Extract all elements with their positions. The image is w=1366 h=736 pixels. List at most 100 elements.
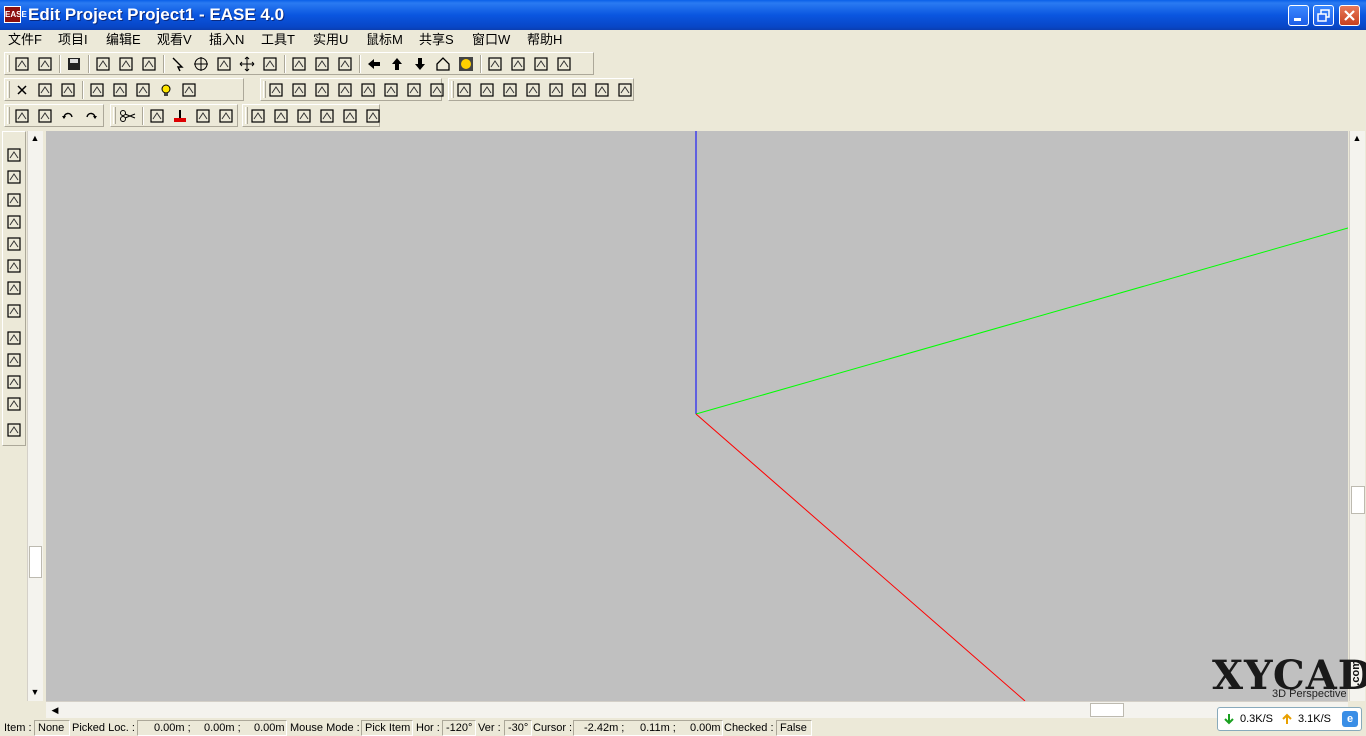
menu-view[interactable]: 观看V [157, 31, 192, 48]
light-render-button[interactable] [457, 55, 475, 73]
insert-box-button[interactable] [5, 329, 23, 347]
zoom-extents-button[interactable] [261, 55, 279, 73]
crosshair-button[interactable] [192, 55, 210, 73]
arrow-down-button[interactable] [411, 55, 429, 73]
edit-vertex-button[interactable] [455, 81, 473, 99]
menu-mouse[interactable]: 鼠标M [366, 31, 403, 48]
view-front-button[interactable] [272, 107, 290, 125]
zoom-window-button[interactable] [290, 55, 308, 73]
insert-face-button[interactable] [5, 191, 23, 209]
insert-cylinder-button[interactable] [5, 395, 23, 413]
insert-audience-button[interactable] [5, 302, 23, 320]
scroll-up-icon[interactable]: ▲ [28, 131, 42, 145]
delete-button[interactable] [13, 81, 31, 99]
grid-button[interactable] [313, 55, 331, 73]
toolbar-grip[interactable] [245, 107, 248, 124]
toolbar-grip[interactable] [7, 55, 10, 72]
speaker-c-button[interactable] [555, 55, 573, 73]
select-face-button[interactable] [313, 81, 331, 99]
menu-tools[interactable]: 工具T [261, 31, 295, 48]
light-button[interactable] [157, 81, 175, 99]
view-center-button[interactable] [341, 107, 359, 125]
toolbar-grip[interactable] [451, 81, 454, 98]
menu-project[interactable]: 项目I [58, 31, 88, 48]
arrow-left-button[interactable] [365, 55, 383, 73]
toolbar-grip[interactable] [7, 81, 10, 98]
redo-button[interactable] [82, 107, 100, 125]
close-button[interactable] [1339, 5, 1360, 26]
edit-edge-button[interactable] [478, 81, 496, 99]
menu-help[interactable]: 帮助H [527, 31, 562, 48]
light-a-button[interactable] [532, 55, 550, 73]
home-button[interactable] [434, 55, 452, 73]
scroll-left-icon[interactable]: ◀ [48, 703, 62, 717]
toolbar-grip[interactable] [113, 107, 116, 124]
open-room-button[interactable] [36, 107, 54, 125]
insert-stair-button[interactable] [5, 373, 23, 391]
scroll-thumb[interactable] [29, 546, 42, 578]
menu-insert[interactable]: 插入N [209, 31, 244, 48]
face-button[interactable] [59, 81, 77, 99]
insert-light-button[interactable] [5, 279, 23, 297]
export-button[interactable] [140, 55, 158, 73]
listener-button[interactable] [134, 81, 152, 99]
net-speed-widget[interactable]: 0.3K/S 3.1K/S e [1217, 707, 1362, 731]
menu-window[interactable]: 窗口W [472, 31, 510, 48]
scroll-up-icon[interactable]: ▲ [1350, 131, 1364, 145]
move-button[interactable] [238, 55, 256, 73]
edit-speaker-button[interactable] [524, 81, 542, 99]
pointer-button[interactable] [169, 55, 187, 73]
speaker-button[interactable] [88, 81, 106, 99]
ie-icon[interactable]: e [1342, 711, 1358, 727]
select-audience-button[interactable] [428, 81, 446, 99]
view-side-button[interactable] [295, 107, 313, 125]
edit-audience-button[interactable] [616, 81, 634, 99]
select-seat-button[interactable] [359, 81, 377, 99]
select-listener-button[interactable] [382, 81, 400, 99]
new-project-button[interactable] [13, 55, 31, 73]
menu-file[interactable]: 文件F [8, 31, 42, 48]
check-button[interactable] [148, 107, 166, 125]
speaker-b-button[interactable] [509, 55, 527, 73]
select-light-button[interactable] [405, 81, 423, 99]
scroll-thumb[interactable] [1090, 703, 1124, 717]
insert-seat-button[interactable] [5, 235, 23, 253]
restore-button[interactable] [1313, 5, 1334, 26]
render-button[interactable] [336, 55, 354, 73]
select-speaker-button[interactable] [336, 81, 354, 99]
left-vertical-scrollbar[interactable]: ▲ ▼ [27, 131, 43, 701]
select-edge-button[interactable] [290, 81, 308, 99]
audience-button[interactable] [180, 81, 198, 99]
hand-button[interactable] [217, 107, 235, 125]
edit-face-button[interactable] [501, 81, 519, 99]
scroll-down-icon[interactable]: ▼ [28, 685, 42, 699]
toolbar-grip[interactable] [263, 81, 266, 98]
cut-button[interactable] [119, 107, 137, 125]
insert-speaker-button[interactable] [5, 213, 23, 231]
insert-vertex-button[interactable] [5, 146, 23, 164]
undo-button[interactable] [59, 107, 77, 125]
print-button[interactable] [94, 55, 112, 73]
view-top-button[interactable] [249, 107, 267, 125]
minimize-button[interactable] [1288, 5, 1309, 26]
print-preview-button[interactable] [117, 55, 135, 73]
open-project-button[interactable] [36, 55, 54, 73]
scroll-thumb[interactable] [1351, 486, 1365, 514]
copy-button[interactable] [215, 55, 233, 73]
insert-room-button[interactable] [5, 421, 23, 439]
insert-wall-button[interactable] [5, 351, 23, 369]
insert-listener-button[interactable] [5, 257, 23, 275]
menu-share[interactable]: 共享S [419, 31, 454, 48]
horizontal-scrollbar[interactable]: ◀ [46, 701, 1348, 718]
menu-edit[interactable]: 编辑E [106, 31, 141, 48]
edit-seat-button[interactable] [547, 81, 565, 99]
view-tile-button[interactable] [364, 107, 382, 125]
insert-edge-button[interactable] [5, 168, 23, 186]
toolbar-grip[interactable] [7, 107, 10, 124]
speaker-a-button[interactable] [486, 55, 504, 73]
3d-viewport[interactable] [46, 131, 1348, 701]
new-room-button[interactable] [13, 107, 31, 125]
paint-button[interactable] [171, 107, 189, 125]
edit-listener-button[interactable] [570, 81, 588, 99]
seat-button[interactable] [111, 81, 129, 99]
